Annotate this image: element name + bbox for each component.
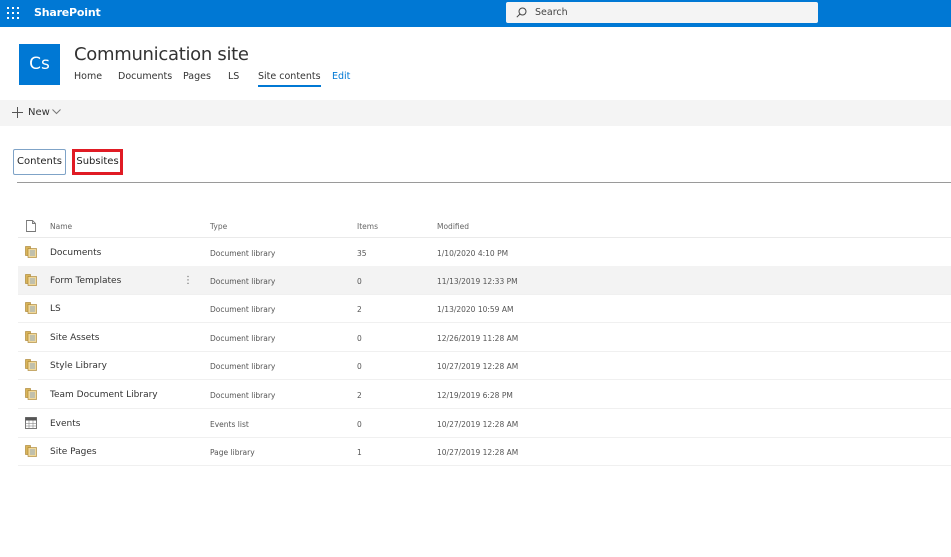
row-modified: 10/27/2019 12:28 AM — [437, 362, 519, 371]
search-placeholder: Search — [535, 7, 568, 18]
nav-pages[interactable]: Pages — [183, 71, 211, 82]
row-items: 0 — [357, 334, 362, 343]
tab-subsites[interactable]: Subsites — [72, 149, 123, 175]
row-type: Document library — [210, 249, 276, 258]
row-modified: 12/19/2019 6:28 PM — [437, 391, 513, 400]
table-row[interactable]: Documents Document library 35 1/10/2020 … — [18, 238, 951, 267]
library-icon — [25, 246, 37, 258]
library-icon — [25, 445, 37, 457]
row-items: 1 — [357, 448, 362, 457]
row-modified: 10/27/2019 12:28 AM — [437, 420, 519, 429]
table-row[interactable]: Site Pages Page library 1 10/27/2019 12:… — [18, 437, 951, 466]
nav-edit-link[interactable]: Edit — [332, 71, 350, 82]
library-icon — [25, 388, 37, 400]
command-bar: New — [0, 100, 951, 126]
row-items: 2 — [357, 305, 362, 314]
library-icon — [25, 302, 37, 314]
tab-contents[interactable]: Contents — [13, 149, 66, 175]
chevron-down-icon — [52, 109, 61, 115]
row-type: Document library — [210, 362, 276, 371]
table-row[interactable]: Style Library Document library 0 10/27/2… — [18, 351, 951, 380]
more-options-icon[interactable]: ⋮ — [183, 275, 193, 286]
search-icon — [516, 7, 527, 18]
library-icon — [25, 359, 37, 371]
table-row[interactable]: Form Templates ⋮ Document library 0 11/1… — [18, 266, 951, 295]
brand-name[interactable]: SharePoint — [34, 6, 101, 19]
app-launcher-icon[interactable] — [7, 7, 19, 19]
calendar-icon — [25, 417, 37, 429]
row-name[interactable]: Team Document Library — [50, 390, 158, 400]
row-items: 35 — [357, 249, 367, 258]
row-items: 0 — [357, 277, 362, 286]
new-button-label: New — [28, 107, 50, 118]
column-header-items[interactable]: Items — [357, 222, 378, 231]
row-modified: 1/10/2020 4:10 PM — [437, 249, 509, 258]
row-items: 0 — [357, 362, 362, 371]
suite-bar: SharePoint Search — [0, 0, 951, 27]
table-row[interactable]: Events Events list 0 10/27/2019 12:28 AM — [18, 409, 951, 438]
column-header-modified[interactable]: Modified — [437, 222, 469, 231]
table-row[interactable]: LS Document library 2 1/13/2020 10:59 AM — [18, 294, 951, 323]
nav-ls[interactable]: LS — [228, 71, 239, 82]
row-type: Document library — [210, 277, 276, 286]
list-header: Name Type Items Modified — [18, 213, 951, 238]
row-modified: 12/26/2019 11:28 AM — [437, 334, 519, 343]
row-name[interactable]: LS — [50, 304, 61, 314]
row-modified: 11/13/2019 12:33 PM — [437, 277, 518, 286]
site-logo[interactable]: Cs — [19, 44, 60, 85]
library-icon — [25, 331, 37, 343]
row-name[interactable]: Site Assets — [50, 333, 99, 343]
column-header-name[interactable]: Name — [50, 222, 72, 231]
row-items: 2 — [357, 391, 362, 400]
row-name[interactable]: Events — [50, 419, 80, 429]
row-type: Page library — [210, 448, 255, 457]
nav-documents[interactable]: Documents — [118, 71, 172, 82]
row-modified: 1/13/2020 10:59 AM — [437, 305, 514, 314]
row-type: Document library — [210, 334, 276, 343]
row-name[interactable]: Style Library — [50, 361, 107, 371]
library-icon — [25, 274, 37, 286]
site-title[interactable]: Communication site — [74, 44, 249, 65]
row-items: 0 — [357, 420, 362, 429]
nav-home[interactable]: Home — [74, 71, 102, 82]
column-header-type[interactable]: Type — [210, 222, 227, 231]
row-name[interactable]: Documents — [50, 248, 101, 258]
row-type: Document library — [210, 391, 276, 400]
table-row[interactable]: Site Assets Document library 0 12/26/201… — [18, 323, 951, 352]
tabs-divider — [17, 182, 951, 183]
plus-icon — [12, 107, 23, 118]
table-row[interactable]: Team Document Library Document library 2… — [18, 380, 951, 409]
site-header: Cs Communication site Home Documents Pag… — [0, 27, 951, 100]
row-type: Document library — [210, 305, 276, 314]
row-name[interactable]: Form Templates — [50, 276, 121, 286]
row-name[interactable]: Site Pages — [50, 447, 97, 457]
row-type: Events list — [210, 420, 249, 429]
file-type-icon — [26, 220, 36, 232]
nav-site-contents[interactable]: Site contents — [258, 71, 321, 87]
row-modified: 10/27/2019 12:28 AM — [437, 448, 519, 457]
search-box[interactable]: Search — [506, 2, 818, 23]
